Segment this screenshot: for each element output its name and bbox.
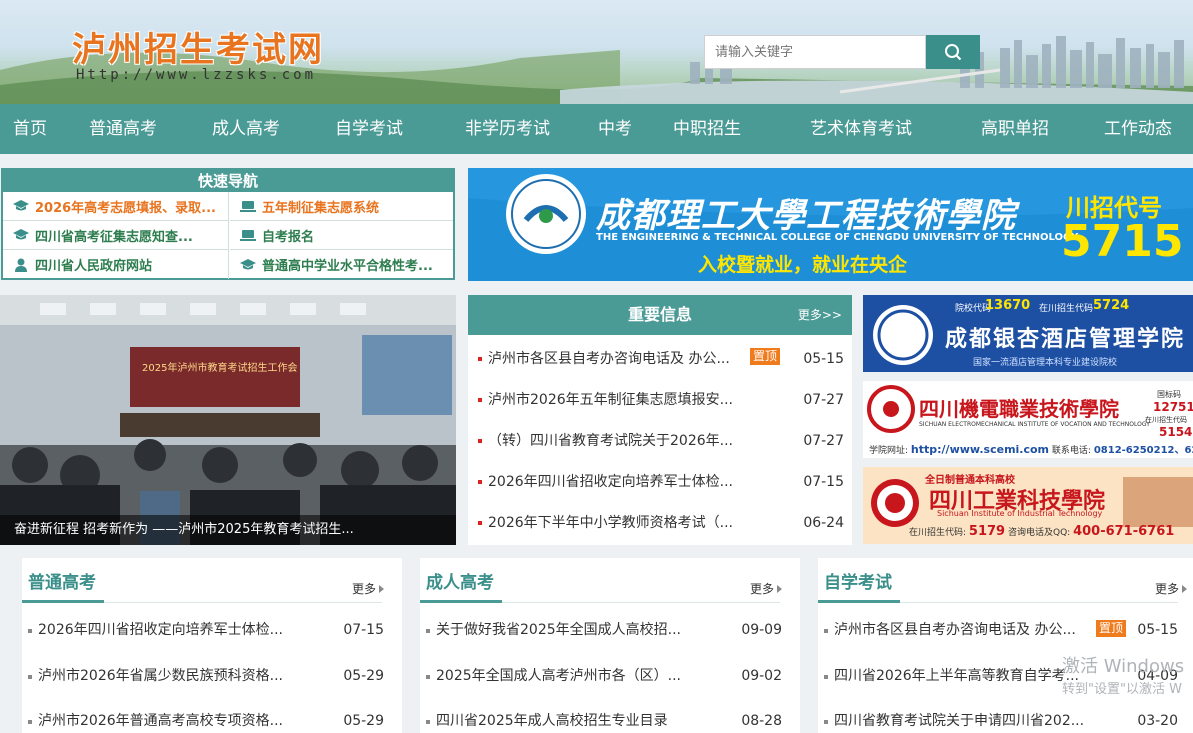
ad-contact-line: 学院网址: http://www.scemi.com 联系电话: 0812-62… bbox=[869, 443, 1193, 456]
ad-chengdu-yinxing[interactable]: 院校代码 13670 在川招生代码 5724 成都银杏酒店管理学院 国家一流酒店… bbox=[863, 295, 1193, 372]
quick-nav-item[interactable]: 四川省高考征集志愿知查... bbox=[3, 221, 229, 250]
laptop-icon bbox=[240, 228, 256, 242]
bullet-icon bbox=[478, 398, 482, 402]
pinned-badge: 置顶 bbox=[750, 348, 781, 365]
important-info-panel: 重要信息 更多>> 泸州市各区县自考办咨询电话及 办公... 置顶 05-15 … bbox=[468, 295, 852, 545]
college-code: 5715 bbox=[1061, 216, 1184, 267]
quick-nav-item[interactable]: 普通高中学业水平合格性考... bbox=[230, 250, 453, 279]
bullet-icon bbox=[28, 675, 32, 679]
list-item[interactable]: 泸州市各区县自考办咨询电话及 办公... 置顶 05-15 bbox=[478, 347, 844, 371]
graduation-cap-icon bbox=[240, 258, 256, 272]
bullet-icon bbox=[28, 720, 32, 724]
search-icon bbox=[945, 44, 962, 61]
slider-caption[interactable]: 奋进新征程 招考新作为 ——泸州市2025年教育考试招生... bbox=[0, 515, 456, 545]
quick-nav-item[interactable]: 自考报名 bbox=[230, 221, 453, 250]
meeting-photo bbox=[0, 295, 456, 545]
list-item[interactable]: 泸州市2026年省属少数民族预科资格... 05-29 bbox=[28, 665, 384, 687]
site-logo-title[interactable]: 泸州招生考试网 bbox=[72, 22, 324, 71]
ad-sichuan-industrial-tech[interactable]: 全日制普通本科高校 四川工業科技學院 Sichuan Institute of … bbox=[863, 467, 1193, 544]
nav-zhongkao[interactable]: 中考 bbox=[598, 104, 632, 154]
section-more-link[interactable]: 更多 bbox=[1155, 580, 1187, 597]
list-item[interactable]: 四川省教育考试院关于申请四川省202... 03-20 bbox=[824, 710, 1178, 732]
nav-general-gaokao[interactable]: 普通高考 bbox=[89, 104, 157, 154]
bullet-icon bbox=[824, 675, 828, 679]
college-slogan: 入校暨就业，就业在央企 bbox=[698, 254, 908, 276]
section-self-study: 自学考试 更多 泸州市各区县自考办咨询电话及 办公... 置顶 05-15 四川省2… bbox=[818, 558, 1193, 733]
college-name: 成都理工大學工程技術學院 bbox=[596, 196, 1016, 236]
important-info-header: 重要信息 更多>> bbox=[468, 295, 852, 335]
section-underline bbox=[818, 600, 900, 603]
list-item[interactable]: 四川省2025年成人高校招生专业目录 08-28 bbox=[426, 710, 782, 732]
section-title[interactable]: 普通高考 bbox=[28, 568, 96, 593]
bullet-icon bbox=[478, 357, 482, 361]
graduation-cap-icon bbox=[13, 199, 29, 213]
quick-nav: 快速导航 2026年高考志愿填报、录取... 五年制征集志愿系统 四川省高考征集… bbox=[1, 168, 455, 280]
quick-nav-grid: 2026年高考志愿填报、录取... 五年制征集志愿系统 四川省高考征集志愿知查.… bbox=[3, 192, 453, 279]
arrow-right-icon bbox=[379, 585, 384, 593]
important-info-more-link[interactable]: 更多>> bbox=[798, 295, 842, 335]
section-title[interactable]: 成人高考 bbox=[426, 568, 494, 593]
bullet-icon bbox=[478, 521, 482, 525]
ad-contact-line: 在川招生代码: 5179 咨询电话及QQ: 400-671-6761 bbox=[909, 524, 1175, 539]
search-button[interactable] bbox=[926, 35, 980, 69]
bullet-icon bbox=[426, 720, 430, 724]
list-item[interactable]: 泸州市各区县自考办咨询电话及 办公... 置顶 05-15 bbox=[824, 619, 1178, 641]
list-item[interactable]: 2026年四川省招收定向培养军士体检... 07-15 bbox=[478, 470, 844, 494]
section-title[interactable]: 自学考试 bbox=[824, 568, 892, 593]
news-photo-slider[interactable]: 2025年泸州市教育考试招生工作会 奋进新征程 招考新作为 ——泸州市2025年… bbox=[0, 295, 456, 545]
pinned-badge: 置顶 bbox=[1096, 620, 1127, 637]
section-underline bbox=[420, 600, 502, 603]
nav-vocational[interactable]: 中职招生 bbox=[673, 104, 741, 154]
section-general-gaokao: 普通高考 更多 2026年四川省招收定向培养军士体检... 07-15 泸州市20… bbox=[22, 558, 402, 733]
graduation-cap-icon bbox=[13, 228, 29, 242]
laptop-icon bbox=[240, 199, 256, 213]
windows-activation-hint: 转到"设置"以激活 W bbox=[1062, 682, 1182, 697]
nav-work-news[interactable]: 工作动态 bbox=[1104, 104, 1172, 154]
nav-art-sports[interactable]: 艺术体育考试 bbox=[810, 104, 912, 154]
search-input[interactable] bbox=[704, 35, 926, 69]
slider-screen-text: 2025年泸州市教育考试招生工作会 bbox=[142, 363, 298, 374]
quick-nav-item[interactable]: 2026年高考志愿填报、录取... bbox=[3, 192, 229, 221]
main-nav: 首页 普通高考 成人高考 自学考试 非学历考试 中考 中职招生 艺术体育考试 高… bbox=[0, 104, 1193, 154]
nav-home[interactable]: 首页 bbox=[13, 104, 47, 154]
quick-nav-title: 快速导航 bbox=[3, 170, 453, 192]
important-info-title: 重要信息 bbox=[627, 305, 692, 324]
section-underline bbox=[22, 600, 104, 603]
quick-nav-item[interactable]: 五年制征集志愿系统 bbox=[230, 192, 453, 221]
list-item[interactable]: 泸州市2026年五年制征集志愿填报安... 07-27 bbox=[478, 388, 844, 412]
college-en-name: THE ENGINEERING & TECHNICAL COLLEGE OF C… bbox=[596, 232, 1079, 243]
nav-adult-gaokao[interactable]: 成人高考 bbox=[212, 104, 280, 154]
nav-non-degree[interactable]: 非学历考试 bbox=[465, 104, 550, 154]
list-item[interactable]: 关于做好我省2025年全国成人高校招... 09-09 bbox=[426, 619, 782, 641]
quick-nav-item[interactable]: 四川省人民政府网站 bbox=[3, 250, 229, 279]
site-url: Http://www.lzzsks.com bbox=[76, 67, 317, 83]
section-adult-gaokao: 成人高考 更多 关于做好我省2025年全国成人高校招... 09-09 2025年… bbox=[420, 558, 800, 733]
bullet-icon bbox=[478, 480, 482, 484]
list-item[interactable]: 泸州市2026年普通高考高校专项资格... 05-29 bbox=[28, 710, 384, 732]
user-icon bbox=[13, 258, 29, 272]
nav-vocational-single[interactable]: 高职单招 bbox=[981, 104, 1049, 154]
list-item[interactable]: 2026年四川省招收定向培养军士体检... 07-15 bbox=[28, 619, 384, 641]
list-item[interactable]: （转）四川省教育考试院关于2026年... 07-27 bbox=[478, 429, 844, 453]
site-header: 泸州招生考试网 Http://www.lzzsks.com bbox=[0, 0, 1193, 104]
nav-self-study[interactable]: 自学考试 bbox=[335, 104, 403, 154]
ad-sichuan-electromechanical[interactable]: 四川機電職業技術學院 SICHUAN ELECTROMECHANICAL INS… bbox=[863, 381, 1193, 458]
list-item[interactable]: 2025年全国成人高考泸州市各（区）... 09-02 bbox=[426, 665, 782, 687]
bullet-icon bbox=[28, 629, 32, 633]
windows-activation-watermark: 激活 Windows bbox=[1062, 656, 1185, 677]
arrow-right-icon bbox=[777, 585, 782, 593]
arrow-right-icon bbox=[1182, 585, 1187, 593]
bullet-icon bbox=[824, 629, 828, 633]
list-item[interactable]: 2026年下半年中小学教师资格考试（... 06-24 bbox=[478, 511, 844, 535]
section-more-link[interactable]: 更多 bbox=[352, 580, 384, 597]
bullet-icon bbox=[426, 629, 430, 633]
college-banner-cdut[interactable]: 成都理工大學工程技術學院 THE ENGINEERING & TECHNICAL… bbox=[468, 168, 1193, 281]
bullet-icon bbox=[478, 439, 482, 443]
bullet-icon bbox=[824, 720, 828, 724]
bullet-icon bbox=[426, 675, 430, 679]
section-more-link[interactable]: 更多 bbox=[750, 580, 782, 597]
